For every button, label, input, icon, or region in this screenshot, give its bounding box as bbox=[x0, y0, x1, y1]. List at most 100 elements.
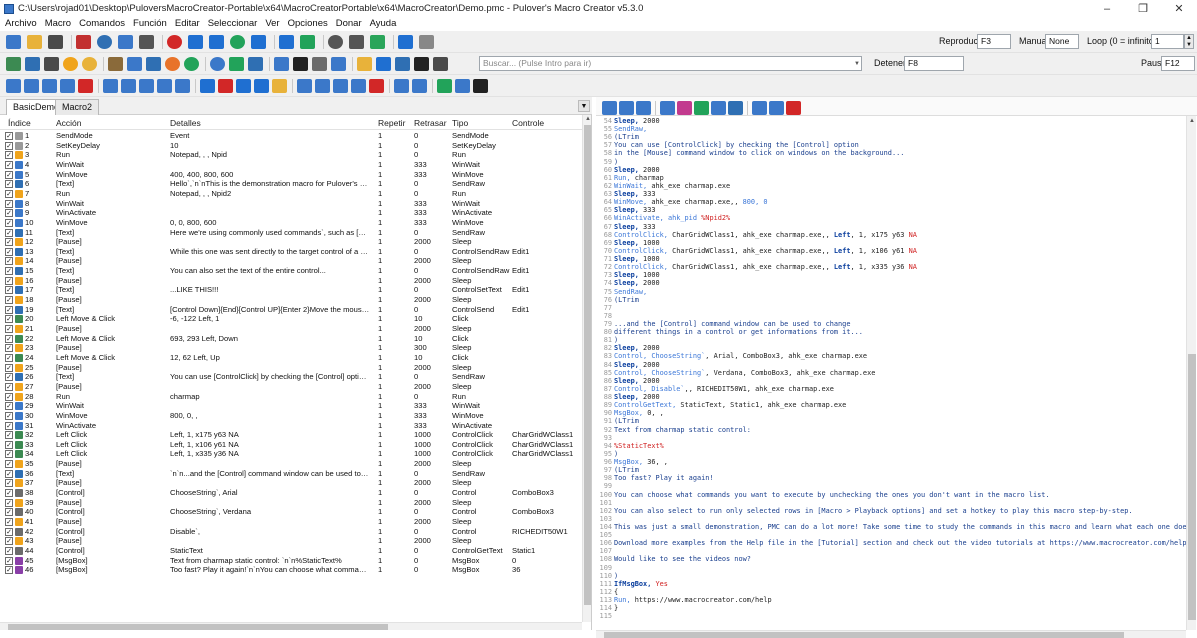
code-green-icon[interactable] bbox=[694, 101, 709, 115]
function-icon[interactable] bbox=[293, 57, 308, 71]
window-icon[interactable] bbox=[251, 35, 266, 49]
row-checkbox[interactable]: ✓ bbox=[5, 402, 13, 411]
timer-icon[interactable] bbox=[230, 35, 245, 49]
folder-cmd-icon[interactable] bbox=[357, 57, 372, 71]
color-icon[interactable] bbox=[272, 79, 287, 93]
row-checkbox[interactable]: ✓ bbox=[5, 421, 13, 430]
row-checkbox[interactable]: ✓ bbox=[5, 276, 13, 285]
table-row[interactable]: ✓ 4 WinWait 1 333 WinWait bbox=[0, 160, 582, 170]
table-row[interactable]: ✓ 34 Left Click Left, 1, x335 y36 NA 1 1000 Co… bbox=[0, 449, 582, 459]
menu-ver[interactable]: Ver bbox=[265, 18, 279, 29]
list-scroll-thumb[interactable] bbox=[584, 125, 591, 605]
table-row[interactable]: ✓ 14 [Pause] 1 2000 Sleep bbox=[0, 256, 582, 266]
table-row[interactable]: ✓ 36 [Text] `n`n...and the [Control] comman… bbox=[0, 469, 582, 479]
new-file-icon[interactable] bbox=[6, 35, 21, 49]
mouse-icon[interactable] bbox=[6, 57, 21, 71]
table-row[interactable]: ✓ 7 Run Notepad, , , Npid2 1 0 Run bbox=[0, 189, 582, 199]
align-icon[interactable] bbox=[139, 79, 154, 93]
table-row[interactable]: ✓ 21 [Pause] 1 2000 Sleep bbox=[0, 324, 582, 334]
row-checkbox[interactable]: ✓ bbox=[5, 296, 13, 305]
row-checkbox[interactable]: ✓ bbox=[5, 160, 13, 169]
row-checkbox[interactable]: ✓ bbox=[5, 392, 13, 401]
chart-icon[interactable] bbox=[370, 35, 385, 49]
table-row[interactable]: ✓ 46 [MsgBox] Too fast? Play it again!`n`nY… bbox=[0, 565, 582, 575]
row-checkbox[interactable]: ✓ bbox=[5, 286, 13, 295]
row-checkbox[interactable]: ✓ bbox=[5, 489, 13, 498]
row-checkbox[interactable]: ✓ bbox=[5, 353, 13, 362]
duplicate-icon[interactable] bbox=[103, 79, 118, 93]
toggle-icon[interactable] bbox=[279, 35, 294, 49]
text-icon[interactable] bbox=[25, 57, 40, 71]
table-row[interactable]: ✓ 43 [Pause] 1 2000 Sleep bbox=[0, 536, 582, 546]
table-row[interactable]: ✓ 19 [Text] [Control Down]{End}[Control UP]… bbox=[0, 305, 582, 315]
menu-funcion[interactable]: Función bbox=[133, 18, 167, 29]
binoculars-icon[interactable] bbox=[433, 57, 448, 71]
loop-icon[interactable] bbox=[210, 57, 225, 71]
manual-hotkey-input[interactable]: None bbox=[1045, 34, 1079, 49]
open-folder-icon[interactable] bbox=[27, 35, 42, 49]
code-box-icon[interactable] bbox=[728, 101, 743, 115]
row-checkbox[interactable]: ✓ bbox=[5, 267, 13, 276]
row-checkbox[interactable]: ✓ bbox=[5, 498, 13, 507]
paste-icon[interactable] bbox=[60, 79, 75, 93]
table-row[interactable]: ✓ 31 WinActivate 1 333 WinActivate bbox=[0, 421, 582, 431]
table-row[interactable]: ✓ 12 [Pause] 1 2000 Sleep bbox=[0, 237, 582, 247]
code-filter-icon[interactable] bbox=[660, 101, 675, 115]
key-icon[interactable] bbox=[44, 57, 59, 71]
code-pen-icon[interactable] bbox=[769, 101, 784, 115]
list-vertical-scrollbar[interactable]: ▲ bbox=[582, 115, 591, 622]
row-checkbox[interactable]: ✓ bbox=[5, 247, 13, 256]
header-tipo[interactable]: Tipo bbox=[452, 118, 468, 128]
variable-icon[interactable] bbox=[274, 57, 289, 71]
row-checkbox[interactable]: ✓ bbox=[5, 325, 13, 333]
header-indice[interactable]: Índice bbox=[8, 118, 31, 128]
save-icon[interactable] bbox=[48, 35, 63, 49]
table-row[interactable]: ✓ 23 [Pause] 1 300 Sleep bbox=[0, 343, 582, 353]
code-logo-icon[interactable] bbox=[602, 101, 617, 115]
row-checkbox[interactable]: ✓ bbox=[5, 199, 13, 208]
row-checkbox[interactable]: ✓ bbox=[5, 479, 13, 488]
reproducir-hotkey-input[interactable]: F3 bbox=[977, 34, 1011, 49]
row-checkbox[interactable]: ✓ bbox=[5, 257, 13, 266]
hourglass-icon[interactable] bbox=[108, 57, 123, 71]
list-icon[interactable] bbox=[121, 79, 136, 93]
menu-ayuda[interactable]: Ayuda bbox=[370, 18, 397, 29]
table-row[interactable]: ✓ 2 SetKeyDelay 10 1 0 SetKeyDelay bbox=[0, 141, 582, 151]
row-checkbox[interactable]: ✓ bbox=[5, 209, 13, 218]
close-button[interactable]: ✕ bbox=[1161, 0, 1197, 17]
grid-icon[interactable] bbox=[398, 35, 413, 49]
run-icon[interactable] bbox=[165, 57, 180, 71]
download-icon[interactable] bbox=[331, 57, 346, 71]
row-checkbox[interactable]: ✓ bbox=[5, 141, 13, 150]
code-hscroll-thumb[interactable] bbox=[604, 632, 1124, 638]
table-row[interactable]: ✓ 11 [Text] Here we're using commonly used … bbox=[0, 228, 582, 238]
wand-icon[interactable] bbox=[419, 35, 434, 49]
group8-icon[interactable] bbox=[437, 79, 452, 93]
options-icon[interactable] bbox=[349, 35, 364, 49]
search-input[interactable]: Buscar... (Pulse Intro para ir) bbox=[479, 56, 862, 71]
table-row[interactable]: ✓ 25 [Pause] 1 2000 Sleep bbox=[0, 363, 582, 373]
code-view[interactable]: 54 Sleep, 2000 55 SendRaw, 56 (LTrim 57 You can… bbox=[596, 116, 1186, 630]
row-checkbox[interactable]: ✓ bbox=[5, 334, 13, 343]
save-as-icon[interactable] bbox=[76, 35, 91, 49]
record-cam-icon[interactable] bbox=[328, 35, 343, 49]
row-checkbox[interactable]: ✓ bbox=[5, 180, 13, 189]
compile-icon[interactable] bbox=[300, 35, 315, 49]
table-row[interactable]: ✓ 45 [MsgBox] Text from charmap static cont… bbox=[0, 556, 582, 566]
row-checkbox[interactable]: ✓ bbox=[5, 238, 13, 247]
table-row[interactable]: ✓ 13 [Text] While this one was sent directl… bbox=[0, 247, 582, 257]
table-row[interactable]: ✓ 44 [Control] StaticText 1 0 ControlGetText St… bbox=[0, 546, 582, 556]
code-copy-icon[interactable] bbox=[752, 101, 767, 115]
code-close-icon[interactable] bbox=[786, 101, 801, 115]
edit-icon[interactable] bbox=[6, 79, 21, 93]
table-row[interactable]: ✓ 35 [Pause] 1 2000 Sleep bbox=[0, 459, 582, 469]
group9-icon[interactable] bbox=[455, 79, 470, 93]
group3-icon[interactable] bbox=[333, 79, 348, 93]
search-dropdown-icon[interactable]: ▼ bbox=[854, 61, 860, 67]
row-checkbox[interactable]: ✓ bbox=[5, 556, 13, 565]
goto-icon[interactable] bbox=[229, 57, 244, 71]
menu-archivo[interactable]: Archivo bbox=[5, 18, 37, 29]
redo-icon[interactable] bbox=[218, 79, 233, 93]
play-icon[interactable] bbox=[188, 35, 203, 49]
table-row[interactable]: ✓ 20 Left Move & Click -6, -122 Left, 1 1 10 C… bbox=[0, 314, 582, 324]
